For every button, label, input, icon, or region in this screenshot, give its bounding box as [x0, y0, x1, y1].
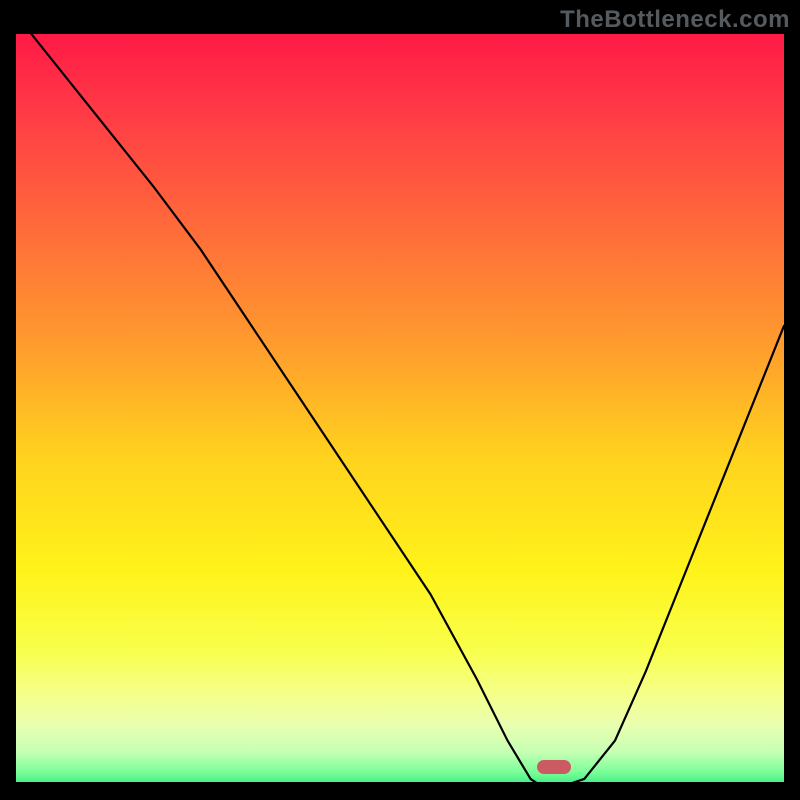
plot-area [16, 34, 784, 782]
optimal-marker [537, 760, 571, 774]
chart-frame: TheBottleneck.com [0, 0, 800, 800]
watermark-text: TheBottleneck.com [560, 6, 790, 34]
bottleneck-curve [16, 34, 784, 782]
